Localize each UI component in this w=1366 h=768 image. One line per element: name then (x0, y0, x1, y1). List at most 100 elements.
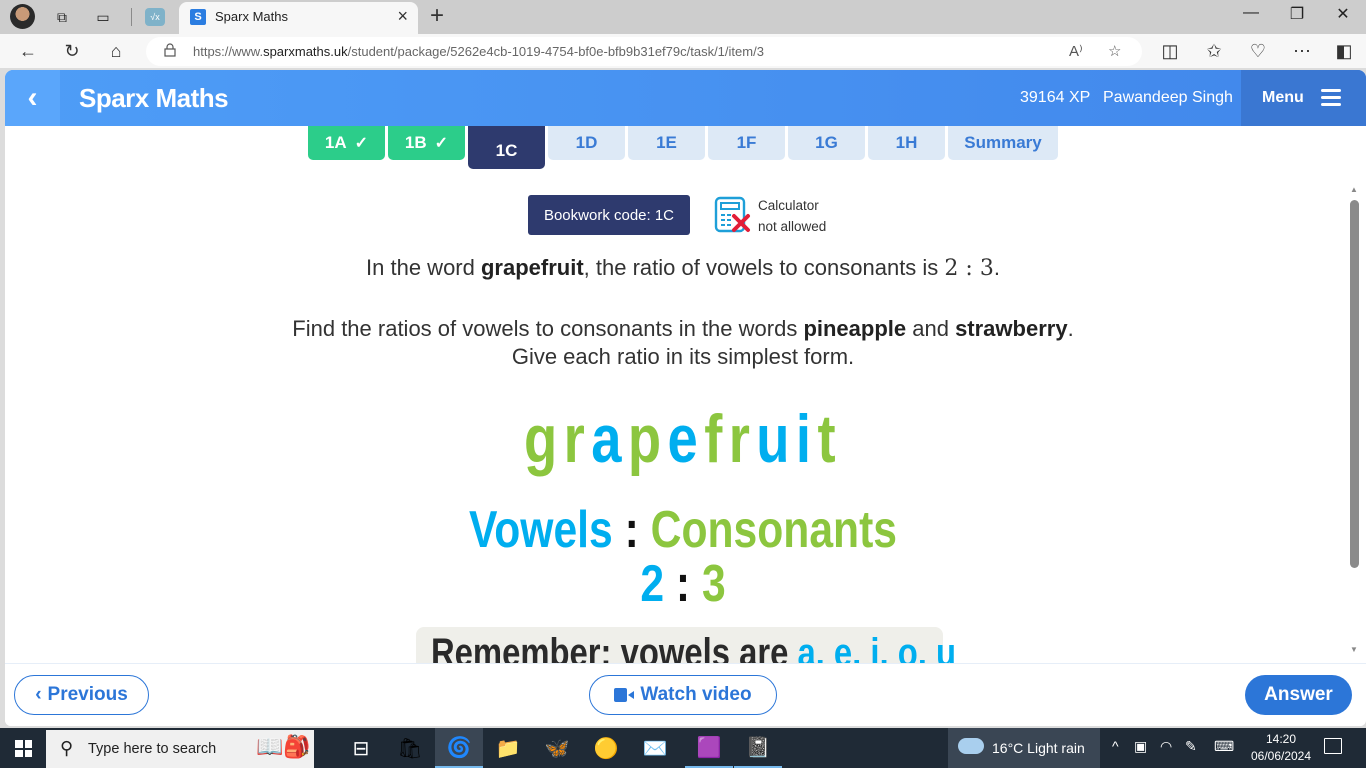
minimize-button[interactable]: — (1228, 4, 1274, 22)
wifi-icon[interactable]: ◠ (1160, 738, 1172, 755)
edge-icon[interactable]: 🌀 (435, 728, 483, 768)
menu-label: Menu (1262, 89, 1304, 106)
xp-count: 39164 XP (1020, 89, 1091, 106)
favorites-icon[interactable]: ✩ (1200, 38, 1228, 64)
file-explorer-icon[interactable]: 📁 (484, 728, 532, 768)
show-hidden-icons[interactable]: ^ (1112, 738, 1119, 754)
tab-1g[interactable]: 1G (788, 126, 865, 160)
divider (131, 8, 132, 26)
sidebar-icon[interactable]: ◧ (1330, 38, 1358, 64)
grapefruit-illustration: grapefruit (141, 400, 1226, 478)
letter-consonant: f (704, 401, 729, 477)
address-bar[interactable]: https://www.sparxmaths.uk/student/packag… (146, 37, 1142, 66)
tab-label: 1D (575, 133, 598, 152)
question-text-1: In the word grapefruit, the ratio of vow… (366, 255, 1000, 281)
tab-1c[interactable]: 1C (468, 126, 545, 169)
previous-button[interactable]: ‹ Previous (14, 675, 149, 715)
workspaces-icon[interactable]: ⧉ (51, 6, 73, 28)
scroll-up-icon[interactable]: ▲ (1350, 185, 1358, 194)
chevron-left-icon: ‹ (35, 684, 42, 705)
calculator-status: Calculator not allowed (758, 195, 826, 237)
search-highlight-icon: 📖🎒 (256, 734, 311, 759)
hamburger-icon (1321, 89, 1341, 106)
windows-start-icon[interactable] (15, 740, 32, 757)
pinned-tab[interactable]: √x (145, 8, 165, 26)
letter-consonant: g (524, 401, 564, 477)
colon: : (624, 501, 639, 559)
ratio-labels: Vowels : Consonants (127, 500, 1239, 560)
letter-consonant: r (728, 401, 757, 477)
store-icon[interactable]: 🛍 (386, 728, 434, 768)
watch-video-button[interactable]: Watch video (589, 675, 777, 715)
tab-1a[interactable]: 1A ✓ (308, 126, 385, 160)
tab-1b[interactable]: 1B ✓ (388, 126, 465, 160)
new-tab-button[interactable]: + (430, 2, 444, 30)
scrollbar-thumb[interactable] (1350, 200, 1359, 568)
letter-consonant: r (563, 401, 592, 477)
tab-1e[interactable]: 1E (628, 126, 705, 160)
clock[interactable]: 14:20 06/06/2024 (1243, 731, 1319, 765)
task-view-icon[interactable]: ⊟ (337, 728, 385, 768)
restore-button[interactable]: ❐ (1274, 4, 1320, 24)
weather-widget[interactable]: 16°C Light rain (948, 728, 1100, 768)
calculator-label: Calculator (758, 198, 819, 213)
tab-label: 1H (895, 133, 918, 152)
favorite-star-icon[interactable]: ☆ (1108, 42, 1121, 60)
back-button[interactable]: ‹ (5, 70, 60, 126)
battery-icon[interactable]: ▣ (1134, 738, 1147, 755)
refresh-icon[interactable]: ↻ (58, 38, 86, 64)
scrollbar[interactable]: ▲ ▼ (1349, 183, 1361, 663)
back-arrow-icon[interactable]: ← (14, 38, 42, 64)
tab-summary[interactable]: Summary (948, 126, 1058, 160)
colon: : (675, 555, 691, 613)
letter-consonant: t (817, 401, 842, 477)
pen-icon[interactable]: ✎ (1185, 738, 1197, 755)
vowels-label: Vowels (468, 501, 613, 559)
taskbar-search[interactable]: ⚲ Type here to search 📖🎒 (46, 730, 314, 768)
bookwork-code-badge: Bookwork code: 1C (528, 195, 690, 235)
answer-button[interactable]: Answer (1245, 675, 1352, 715)
app-icon[interactable]: 🦋 (533, 728, 581, 768)
menu-button[interactable]: Menu (1241, 70, 1366, 126)
tab-label: Summary (964, 133, 1042, 152)
home-icon[interactable]: ⌂ (102, 38, 130, 64)
letter-vowel: a (591, 401, 628, 477)
split-screen-icon[interactable]: ◫ (1156, 38, 1184, 64)
tab-label: 1G (815, 133, 838, 152)
notepad-icon[interactable]: 📓 (734, 728, 782, 768)
keyboard-icon[interactable]: ⌨ (1214, 738, 1234, 755)
brand-title[interactable]: Sparx Maths (79, 83, 229, 114)
lock-icon[interactable] (164, 43, 176, 57)
check-icon: ✓ (434, 135, 449, 152)
more-icon[interactable]: ⋯ (1288, 38, 1316, 64)
teams-icon[interactable]: 🟪 (685, 728, 733, 768)
tab-1d[interactable]: 1D (548, 126, 625, 160)
tab-1f[interactable]: 1F (708, 126, 785, 160)
chrome-icon[interactable]: 🟡 (582, 728, 630, 768)
read-aloud-icon[interactable]: A⁾ (1069, 42, 1083, 60)
calculator-rule: not allowed (758, 219, 827, 234)
tab-label: 1A (324, 133, 347, 152)
windows-taskbar: ⚲ Type here to search 📖🎒 ⊟ 🛍 🌀 📁 🦋 🟡 ✉️ … (0, 728, 1366, 768)
notifications-icon[interactable] (1324, 738, 1342, 754)
browser-tab-strip: ⧉ ▭ √x S Sparx Maths × + — ❐ ✕ (0, 0, 1366, 34)
tab-1h[interactable]: 1H (868, 126, 945, 160)
tab-title: Sparx Maths (215, 9, 288, 24)
check-icon: ✓ (354, 135, 369, 152)
mail-icon[interactable]: ✉️ (631, 728, 679, 768)
url-text[interactable]: https://www.sparxmaths.uk/student/packag… (193, 44, 764, 59)
close-tab-icon[interactable]: × (397, 6, 408, 27)
letter-vowel: i (795, 401, 818, 477)
browser-essentials-icon[interactable]: ♡ (1244, 38, 1272, 64)
profile-avatar[interactable] (10, 4, 35, 29)
calculator-not-allowed-icon (714, 196, 750, 233)
app-header: ‹ Sparx Maths 39164 XP Pawandeep Singh M… (5, 70, 1366, 126)
scroll-down-icon[interactable]: ▼ (1350, 645, 1358, 654)
ratio-values: 2 : 3 (127, 554, 1239, 614)
browser-tab-active[interactable]: S Sparx Maths × (179, 2, 418, 34)
task-tabs: 1A ✓ 1B ✓ 1C 1D 1E 1F 1G 1H Summary (308, 126, 1058, 170)
consonants-label: Consonants (650, 501, 898, 559)
close-window-button[interactable]: ✕ (1320, 4, 1366, 24)
tab-actions-icon[interactable]: ▭ (92, 6, 114, 28)
chevron-left-icon: ‹ (27, 81, 38, 114)
